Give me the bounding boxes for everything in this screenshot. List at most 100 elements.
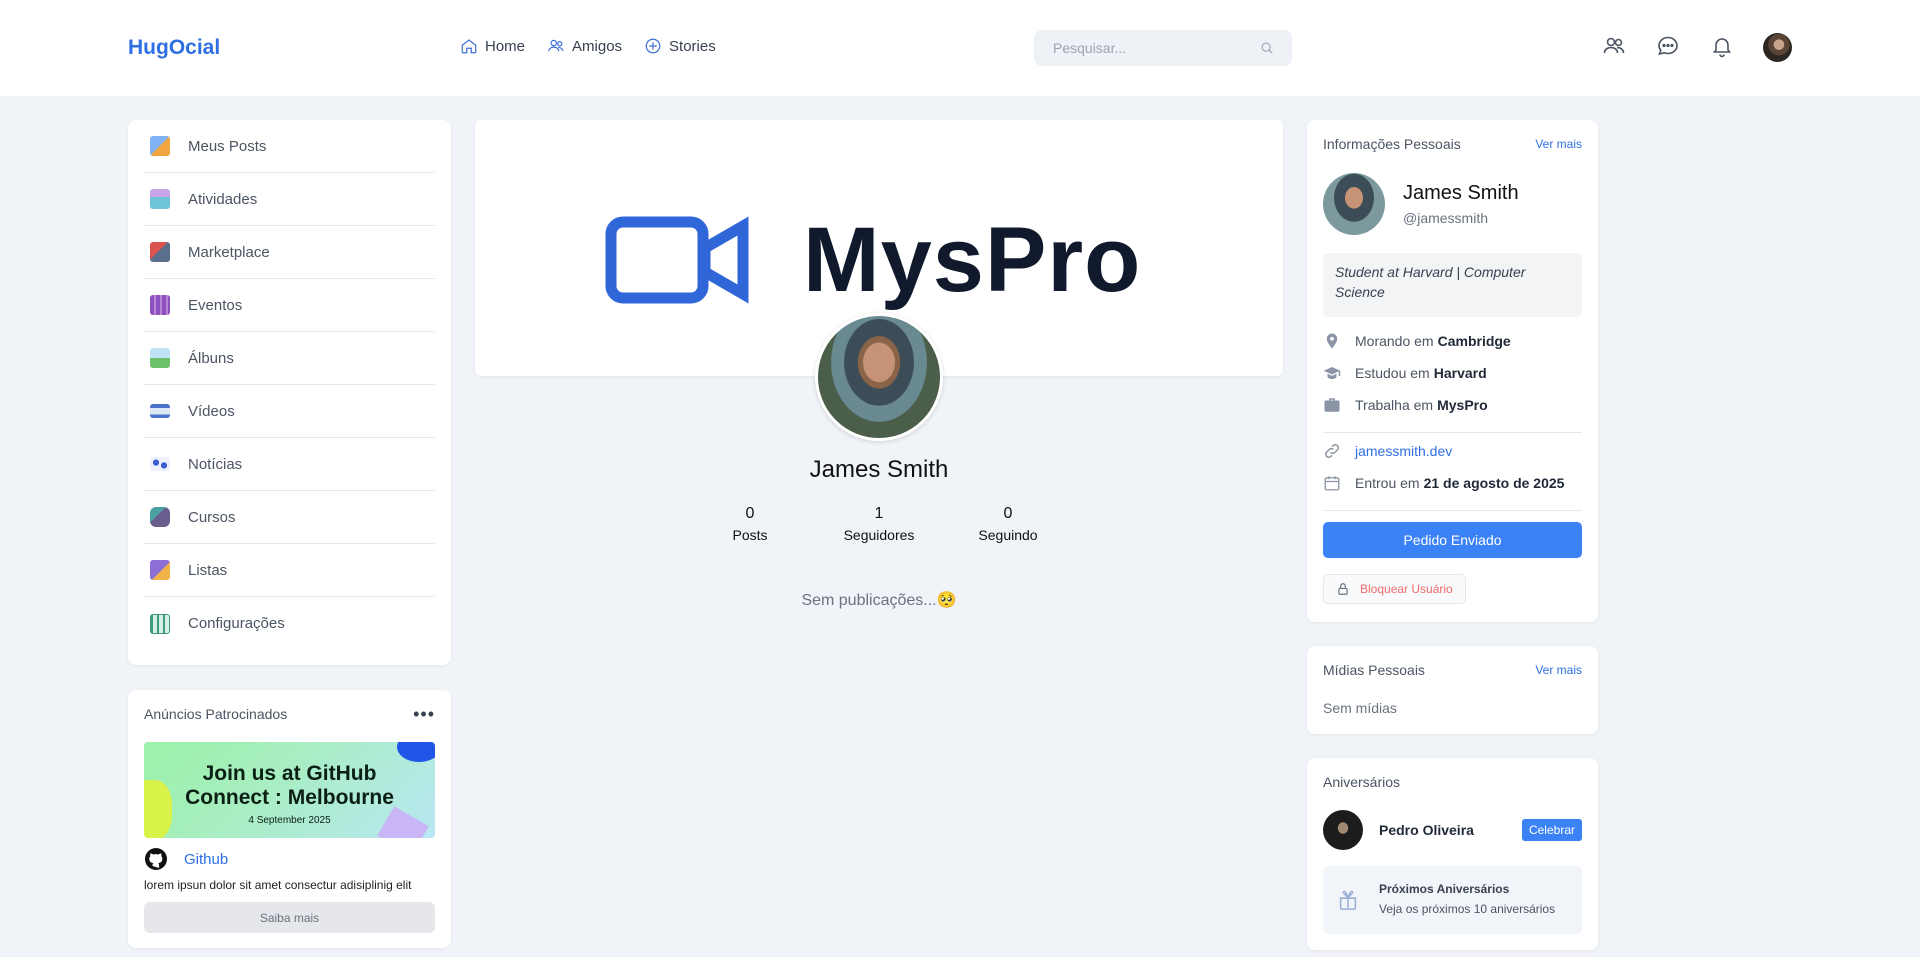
- request-sent-button[interactable]: Pedido Enviado: [1323, 522, 1582, 558]
- calendar-icon: [1324, 476, 1340, 491]
- link-icon: [1324, 443, 1340, 459]
- divider: [1323, 510, 1582, 511]
- chat-icon[interactable]: [1656, 34, 1680, 58]
- video-camera-icon: [605, 216, 749, 304]
- detail-work: Trabalha em MysPro: [1323, 396, 1488, 414]
- search-icon[interactable]: [1260, 41, 1274, 55]
- upcoming-birthdays[interactable]: Próximos Aniversários Veja os próximos 1…: [1323, 866, 1582, 934]
- sidebar-item-label: Configurações: [188, 615, 285, 632]
- stat-value: 0: [745, 505, 755, 522]
- cover-logo: MysPro: [603, 210, 1141, 310]
- birthdays-card: Aniversários Pedro Oliveira Celebrar Pró…: [1307, 758, 1598, 950]
- stat-following[interactable]: 0 Seguindo: [958, 505, 1058, 543]
- sidebar-item-marketplace[interactable]: Marketplace: [144, 226, 435, 279]
- nav-stories[interactable]: Stories: [644, 37, 716, 55]
- website-link[interactable]: jamessmith.dev: [1355, 443, 1452, 459]
- settings-icon: [150, 613, 170, 634]
- detail-website: jamessmith.dev: [1323, 442, 1452, 460]
- upcoming-subtitle: Veja os próximos 10 aniversários: [1379, 902, 1556, 916]
- sidebar-menu: Meus Posts Atividades Marketplace Evento…: [128, 120, 451, 665]
- sidebar-item-label: Marketplace: [188, 243, 270, 261]
- cover-logo-text: MysPro: [803, 209, 1142, 311]
- stat-label: Posts: [732, 527, 768, 543]
- ad-banner-date: 4 September 2025: [248, 815, 331, 826]
- ad-brand-link[interactable]: Github: [184, 851, 228, 868]
- courses-icon: [150, 507, 170, 527]
- sidebar-item-label: Vídeos: [188, 402, 235, 420]
- sidebar-item-cursos[interactable]: Cursos: [144, 491, 435, 544]
- sidebar-item-atividades[interactable]: Atividades: [144, 173, 435, 226]
- empty-posts-message: Sem publicações...🥺: [801, 592, 957, 609]
- lock-icon: [1338, 583, 1348, 595]
- birthday-person-name: Pedro Oliveira: [1379, 822, 1474, 838]
- friends-icon[interactable]: [1602, 34, 1626, 58]
- avatar[interactable]: [1763, 33, 1792, 62]
- bio-text: Student at Harvard | Computer Science: [1323, 253, 1582, 317]
- nav-friends[interactable]: Amigos: [547, 37, 622, 55]
- briefcase-icon: [1324, 398, 1340, 412]
- graduation-cap-icon: [1323, 367, 1341, 379]
- list-icon: [150, 560, 170, 580]
- stat-label: Seguindo: [978, 527, 1038, 543]
- news-icon: [150, 457, 170, 471]
- see-more-link[interactable]: Ver mais: [1535, 137, 1582, 151]
- friends-icon: [548, 39, 564, 52]
- stat-followers[interactable]: 1 Seguidores: [829, 505, 929, 543]
- search-input[interactable]: [1034, 30, 1234, 66]
- ad-banner-headline: Join us at GitHub Connect : Melbourne: [185, 762, 394, 809]
- profile-name: James Smith: [809, 456, 949, 483]
- sidebar-item-eventos[interactable]: Eventos: [144, 279, 435, 332]
- posts-icon: [150, 136, 170, 156]
- more-options-icon[interactable]: •••: [413, 704, 435, 725]
- app-logo[interactable]: HugOcial: [128, 36, 220, 60]
- sidebar-item-label: Cursos: [188, 508, 236, 526]
- stat-value: 0: [1003, 505, 1013, 522]
- gift-icon: [1339, 890, 1357, 910]
- sidebar-item-videos[interactable]: Vídeos: [144, 385, 435, 438]
- home-icon: [461, 39, 477, 54]
- stat-posts[interactable]: 0 Posts: [700, 505, 800, 543]
- personal-media-card: Mídias Pessoais Ver mais Sem mídias: [1307, 646, 1598, 734]
- detail-location: Morando em Cambridge: [1323, 332, 1511, 350]
- sponsored-ads-card: Anúncios Patrocinados ••• Join us at Git…: [128, 690, 451, 948]
- sidebar-item-configuracoes[interactable]: Configurações: [144, 597, 435, 650]
- sidebar-item-listas[interactable]: Listas: [144, 544, 435, 597]
- sidebar-item-albuns[interactable]: Álbuns: [144, 332, 435, 385]
- stories-icon: [645, 38, 661, 54]
- profile-avatar[interactable]: [815, 313, 943, 441]
- main-nav: Home Amigos Stories: [460, 37, 716, 55]
- search-bar: [1034, 30, 1292, 66]
- stat-label: Seguidores: [843, 527, 915, 543]
- block-user-button[interactable]: Bloquear Usuário: [1323, 574, 1466, 604]
- see-more-link[interactable]: Ver mais: [1535, 663, 1582, 677]
- detail-education: Estudou em Harvard: [1323, 364, 1487, 382]
- marketplace-icon: [150, 242, 170, 262]
- nav-home[interactable]: Home: [460, 37, 525, 55]
- section-title: Aniversários: [1323, 774, 1401, 790]
- ads-title: Anúncios Patrocinados: [144, 706, 288, 722]
- sidebar-item-label: Listas: [188, 561, 228, 579]
- banner-decoration: [397, 742, 435, 762]
- ad-description: lorem ipsun dolor sit amet consectur adi…: [144, 878, 412, 892]
- birthday-item: Pedro Oliveira Celebrar: [1323, 810, 1582, 850]
- avatar: [1323, 173, 1385, 235]
- sidebar-item-noticias[interactable]: Notícias: [144, 438, 435, 491]
- location-pin-icon: [1326, 333, 1338, 349]
- album-icon: [150, 348, 170, 368]
- sidebar-item-meus-posts[interactable]: Meus Posts: [144, 120, 435, 173]
- celebrate-button[interactable]: Celebrar: [1521, 819, 1582, 841]
- learn-more-button[interactable]: Saiba mais: [144, 902, 435, 933]
- calendar-icon: [150, 295, 170, 315]
- stat-value: 1: [874, 505, 884, 522]
- bell-icon[interactable]: [1710, 34, 1734, 58]
- upcoming-title: Próximos Aniversários: [1379, 882, 1510, 896]
- personal-info-card: Informações Pessoais Ver mais James Smit…: [1307, 120, 1598, 622]
- profile-stats: 0 Posts 1 Seguidores 0 Seguindo: [700, 505, 1058, 543]
- sidebar-item-label: Notícias: [188, 455, 243, 473]
- info-handle: @jamessmith: [1403, 210, 1489, 226]
- top-navigation-bar: HugOcial Home Amigos Stories: [0, 0, 1920, 96]
- sidebar-item-label: Eventos: [188, 296, 243, 314]
- ad-banner-image[interactable]: Join us at GitHub Connect : Melbourne 4 S…: [144, 742, 435, 838]
- divider: [1323, 432, 1582, 433]
- github-icon: [145, 848, 167, 870]
